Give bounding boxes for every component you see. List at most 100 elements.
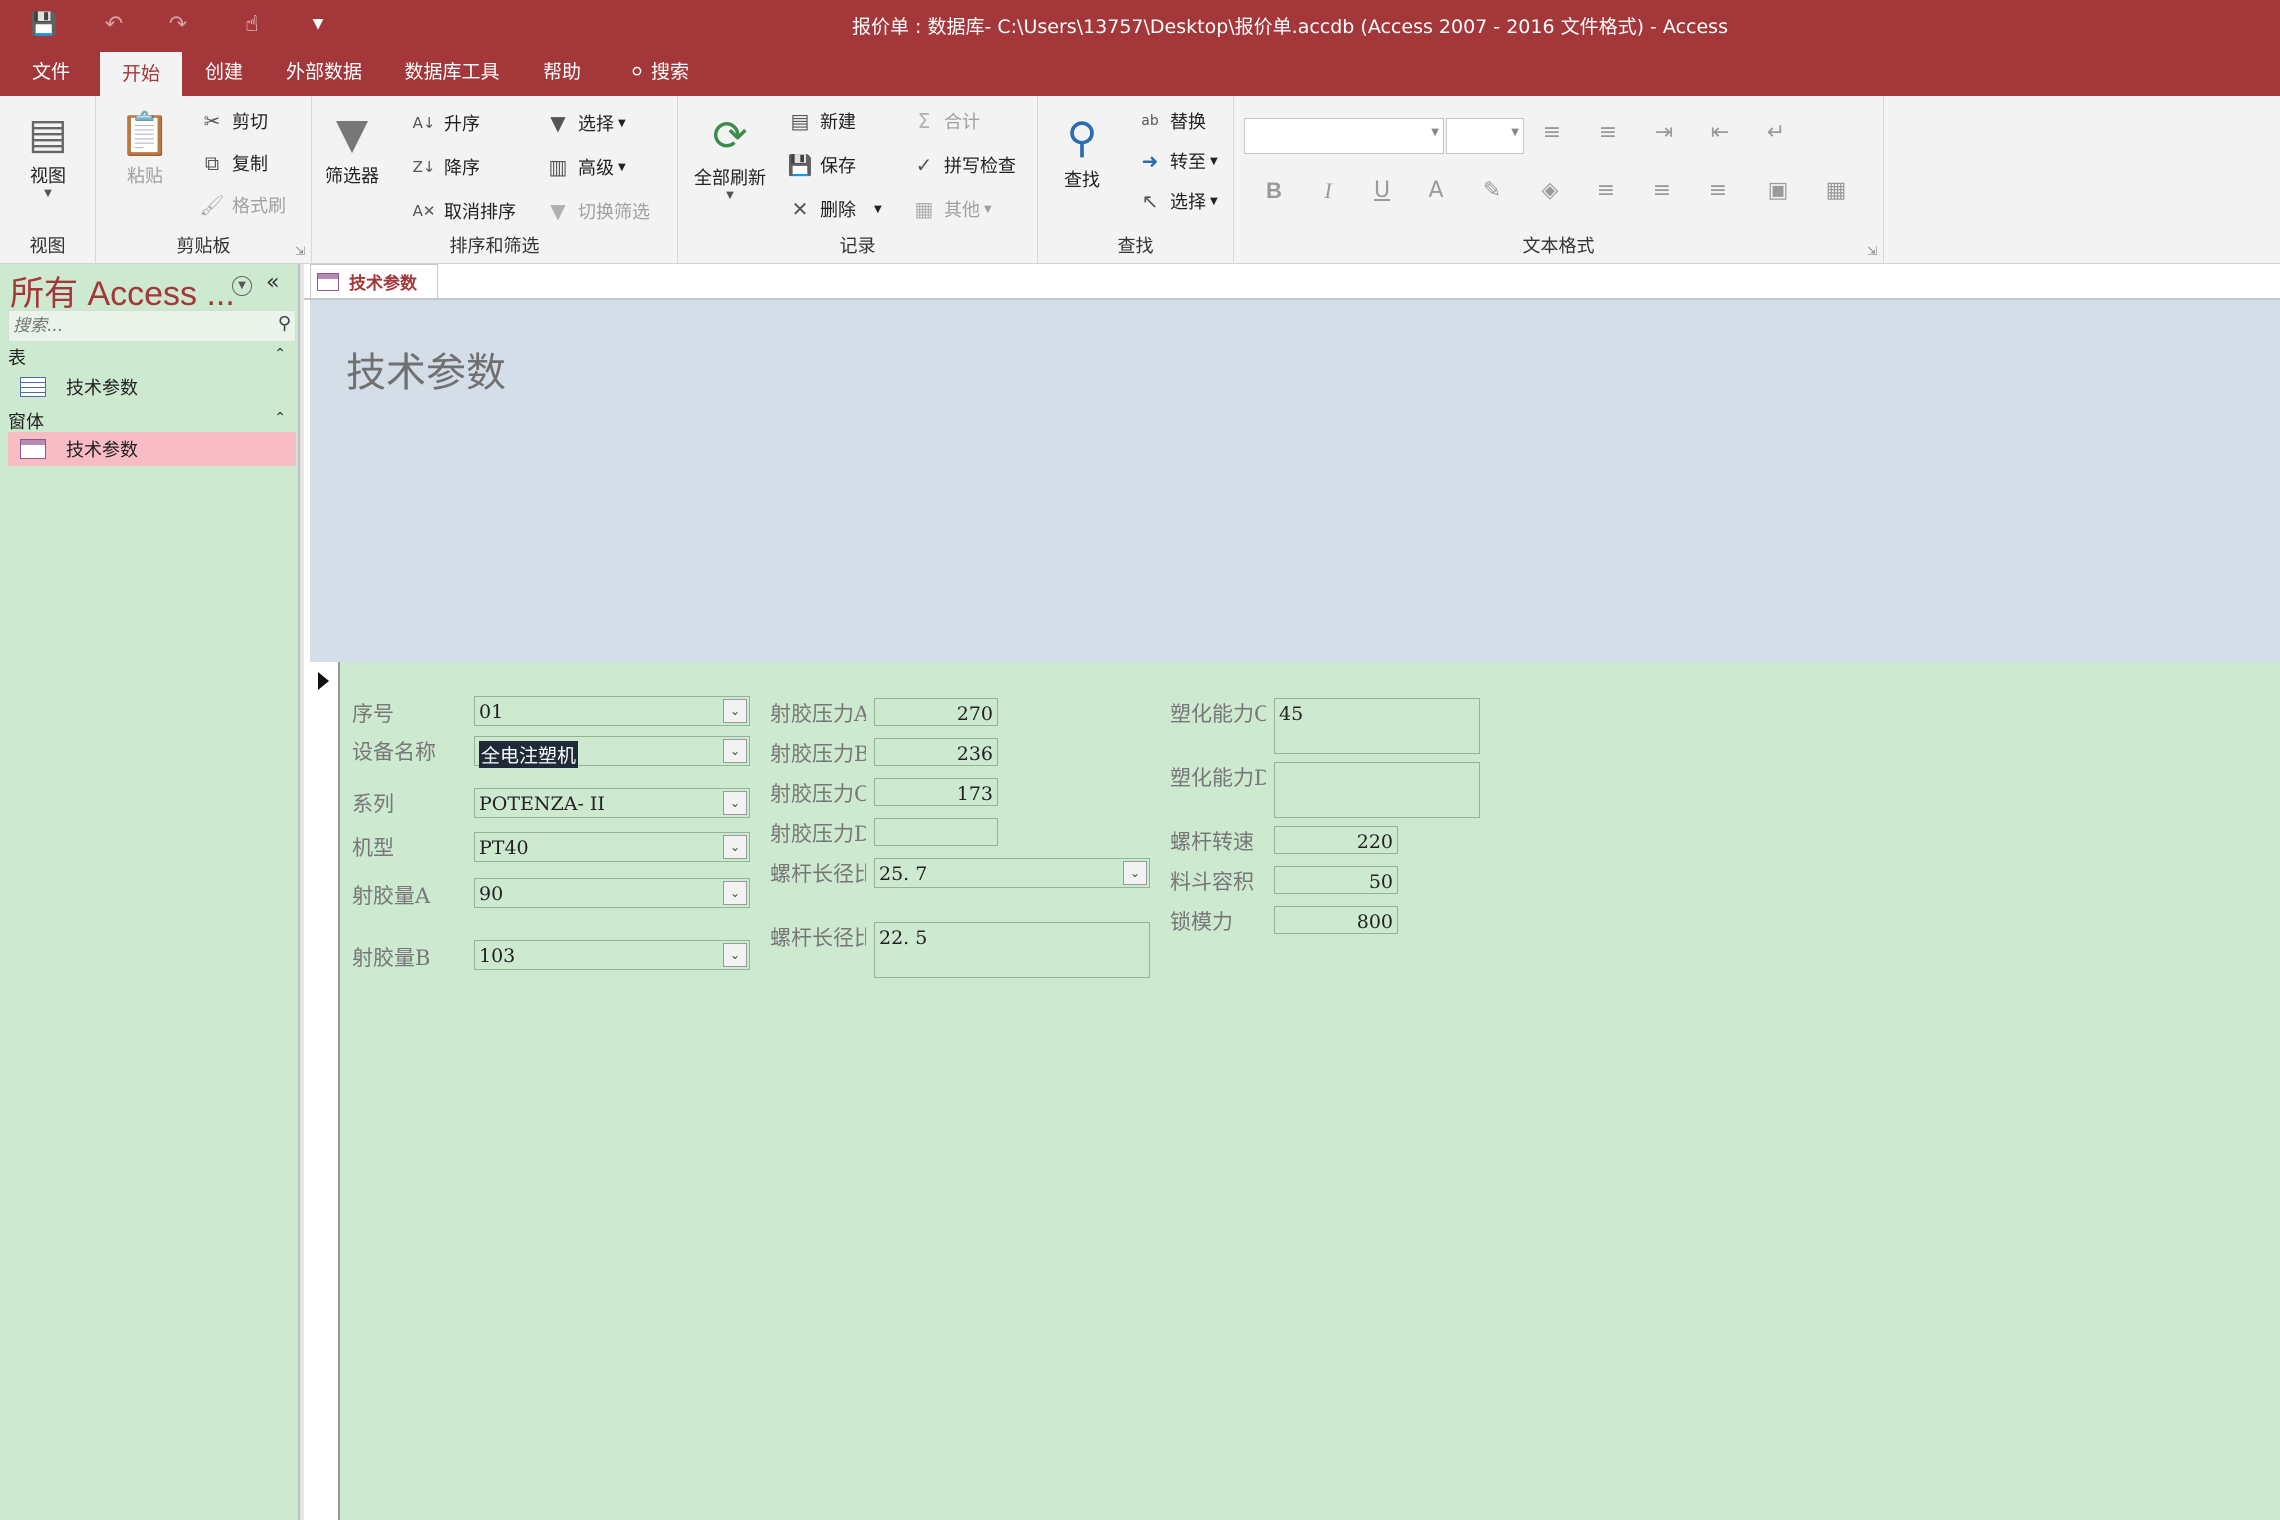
collapse-section-icon[interactable]: ⌃ [274,410,286,426]
highlight-icon[interactable]: ✎ [1474,178,1510,203]
nav-section-tables[interactable]: 表 ⌃ [8,344,296,372]
tell-me-search[interactable]: ⚪ 搜索 [614,48,704,96]
spelling-button[interactable]: ✓ 拼写检查 [910,152,1016,178]
increase-indent-icon[interactable]: ⇥ [1646,120,1682,145]
model-combo[interactable]: PT40 ⌄ [474,832,750,862]
replace-icon: ab [1141,113,1159,129]
chevron-down-icon[interactable]: ⌄ [723,881,747,905]
bullets-icon[interactable]: ≡ [1534,120,1570,145]
document-tab[interactable]: 技术参数 [310,264,438,298]
screw-ratio-field[interactable]: 22. 5 [874,922,1150,978]
nav-pane-title[interactable]: 所有 Access ... [10,266,235,315]
hopper-capacity-field[interactable]: 50 [1274,866,1398,894]
brush-icon: 🖌 [199,193,225,217]
tab-external-data[interactable]: 外部数据 [276,48,372,96]
chevron-down-icon[interactable]: ⌄ [723,791,747,815]
funnel-icon: ▼ [335,109,369,158]
numbering-icon[interactable]: ≡ [1590,120,1626,145]
sort-ascending-button[interactable]: A↓ 升序 [410,110,480,136]
more-button[interactable]: ▦ 其他 ▼ [910,196,992,222]
nav-search-input[interactable] [9,311,259,341]
align-center-icon[interactable]: ≡ [1644,178,1680,203]
filter-button[interactable]: ▼ 筛选器 [320,106,384,188]
chevron-down-icon[interactable]: ⌄ [1123,861,1147,885]
advanced-filter-button[interactable]: ▥ 高级 ▼ [544,154,626,180]
chevron-down-icon: ▼ [44,188,52,199]
sort-descending-button[interactable]: Z↓ 降序 [410,154,480,180]
totals-button[interactable]: Σ 合计 [910,108,980,134]
navigation-pane: 所有 Access ... ▼ « ⚲ 表 ⌃ 技术参数 窗体 ⌃ 技术参数 [0,264,300,1520]
plasticizing-d-field[interactable] [1274,762,1480,818]
form-title: 技术参数 [346,350,506,396]
nav-item-table[interactable]: 技术参数 [8,370,296,404]
tab-create[interactable]: 创建 [192,48,256,96]
format-painter-button[interactable]: 🖌 格式刷 [198,192,286,218]
clamping-force-field[interactable]: 800 [1274,906,1398,934]
collapse-pane-icon[interactable]: « [266,270,279,295]
font-size-select[interactable]: ▼ [1446,118,1524,154]
injection-pressure-a-field[interactable]: 270 [874,698,998,726]
delete-label: 删除 [820,200,856,221]
screw-speed-field[interactable]: 220 [1274,826,1398,854]
find-group-label: 查找 [1117,236,1154,257]
chevron-down-icon[interactable]: ⌄ [723,943,747,967]
decrease-indent-icon[interactable]: ⇤ [1702,120,1738,145]
series-combo[interactable]: POTENZA- II ⌄ [474,788,750,818]
chevron-down-icon[interactable]: ⌄ [723,739,747,763]
dialog-launcher-icon[interactable]: ⇲ [1867,244,1877,258]
nav-item-form[interactable]: 技术参数 [8,432,296,466]
plasticizing-c-field[interactable]: 45 [1274,698,1480,754]
gridlines-icon[interactable]: ▦ [1818,178,1854,203]
shot-volume-b-combo[interactable]: 103 ⌄ [474,940,750,970]
nav-search-box[interactable]: ⚲ [8,310,296,342]
refresh-all-button[interactable]: ⟳ 全部刷新 ▼ [690,108,770,201]
fill-color-icon[interactable]: ◈ [1532,178,1568,203]
toggle-filter-button[interactable]: ▼ 切换筛选 [544,198,650,224]
chevron-down-icon[interactable]: ⌄ [723,699,747,723]
injection-pressure-b-field[interactable]: 236 [874,738,998,766]
font-name-select[interactable]: ▼ [1244,118,1444,154]
field-value: 45 [1279,703,1304,725]
search-icon[interactable]: ⚲ [278,313,291,334]
new-record-button[interactable]: ▤ 新建 [786,108,856,134]
align-left-icon[interactable]: ≡ [1588,178,1624,203]
shot-volume-a-combo[interactable]: 90 ⌄ [474,878,750,908]
dialog-launcher-icon[interactable]: ⇲ [295,244,305,258]
goto-button[interactable]: ➜ 转至 ▼ [1136,148,1218,174]
collapse-section-icon[interactable]: ⌃ [274,346,286,362]
new-label: 新建 [820,112,856,133]
select-button[interactable]: ↖ 选择 ▼ [1136,188,1218,214]
replace-button[interactable]: ab 替换 [1136,108,1206,134]
tab-help[interactable]: 帮助 [532,48,592,96]
tab-file[interactable]: 文件 [16,48,86,96]
cut-button[interactable]: ✂ 剪切 [198,108,268,134]
field-label: 塑化能力D [1170,766,1266,790]
find-button[interactable]: ⚲ 查找 [1050,110,1114,192]
clear-sort-button[interactable]: A✕ 取消排序 [410,198,516,224]
selection-filter-button[interactable]: ▼ 选择 ▼ [544,110,625,136]
bold-button[interactable]: B [1256,178,1292,204]
injection-pressure-c-field[interactable]: 173 [874,778,998,806]
underline-button[interactable]: U [1364,178,1400,203]
screw-ratio-combo[interactable]: 25. 7 ⌄ [874,858,1150,888]
chevron-down-icon[interactable]: ⌄ [723,835,747,859]
nav-menu-chevron-icon[interactable]: ▼ [232,276,252,296]
injection-pressure-d-field[interactable] [874,818,998,846]
serial-number-combo[interactable]: 01 ⌄ [474,696,750,726]
view-button[interactable]: ▤ 视图 ▼ [6,106,90,199]
copy-button[interactable]: ⧉ 复制 [198,150,268,176]
alternate-row-color-icon[interactable]: ▣ [1760,178,1796,203]
paragraph-direction-icon[interactable]: ↵ [1758,120,1794,145]
equipment-name-combo[interactable]: 全电注塑机 ⌄ [474,736,750,768]
record-selector[interactable] [310,662,340,1520]
italic-button[interactable]: I [1310,178,1346,204]
save-record-button[interactable]: 💾 保存 [786,152,856,178]
font-color-button[interactable]: A [1418,178,1454,203]
paste-button[interactable]: 📋 粘贴 [110,106,180,188]
tab-database-tools[interactable]: 数据库工具 [398,48,506,96]
delete-record-button[interactable]: ✕ 删除 ▼ [786,196,882,222]
align-right-icon[interactable]: ≡ [1700,178,1736,203]
tab-home[interactable]: 开始 [100,52,182,96]
chevron-down-icon: ▼ [1431,127,1439,138]
view-label: 视图 [30,166,66,187]
